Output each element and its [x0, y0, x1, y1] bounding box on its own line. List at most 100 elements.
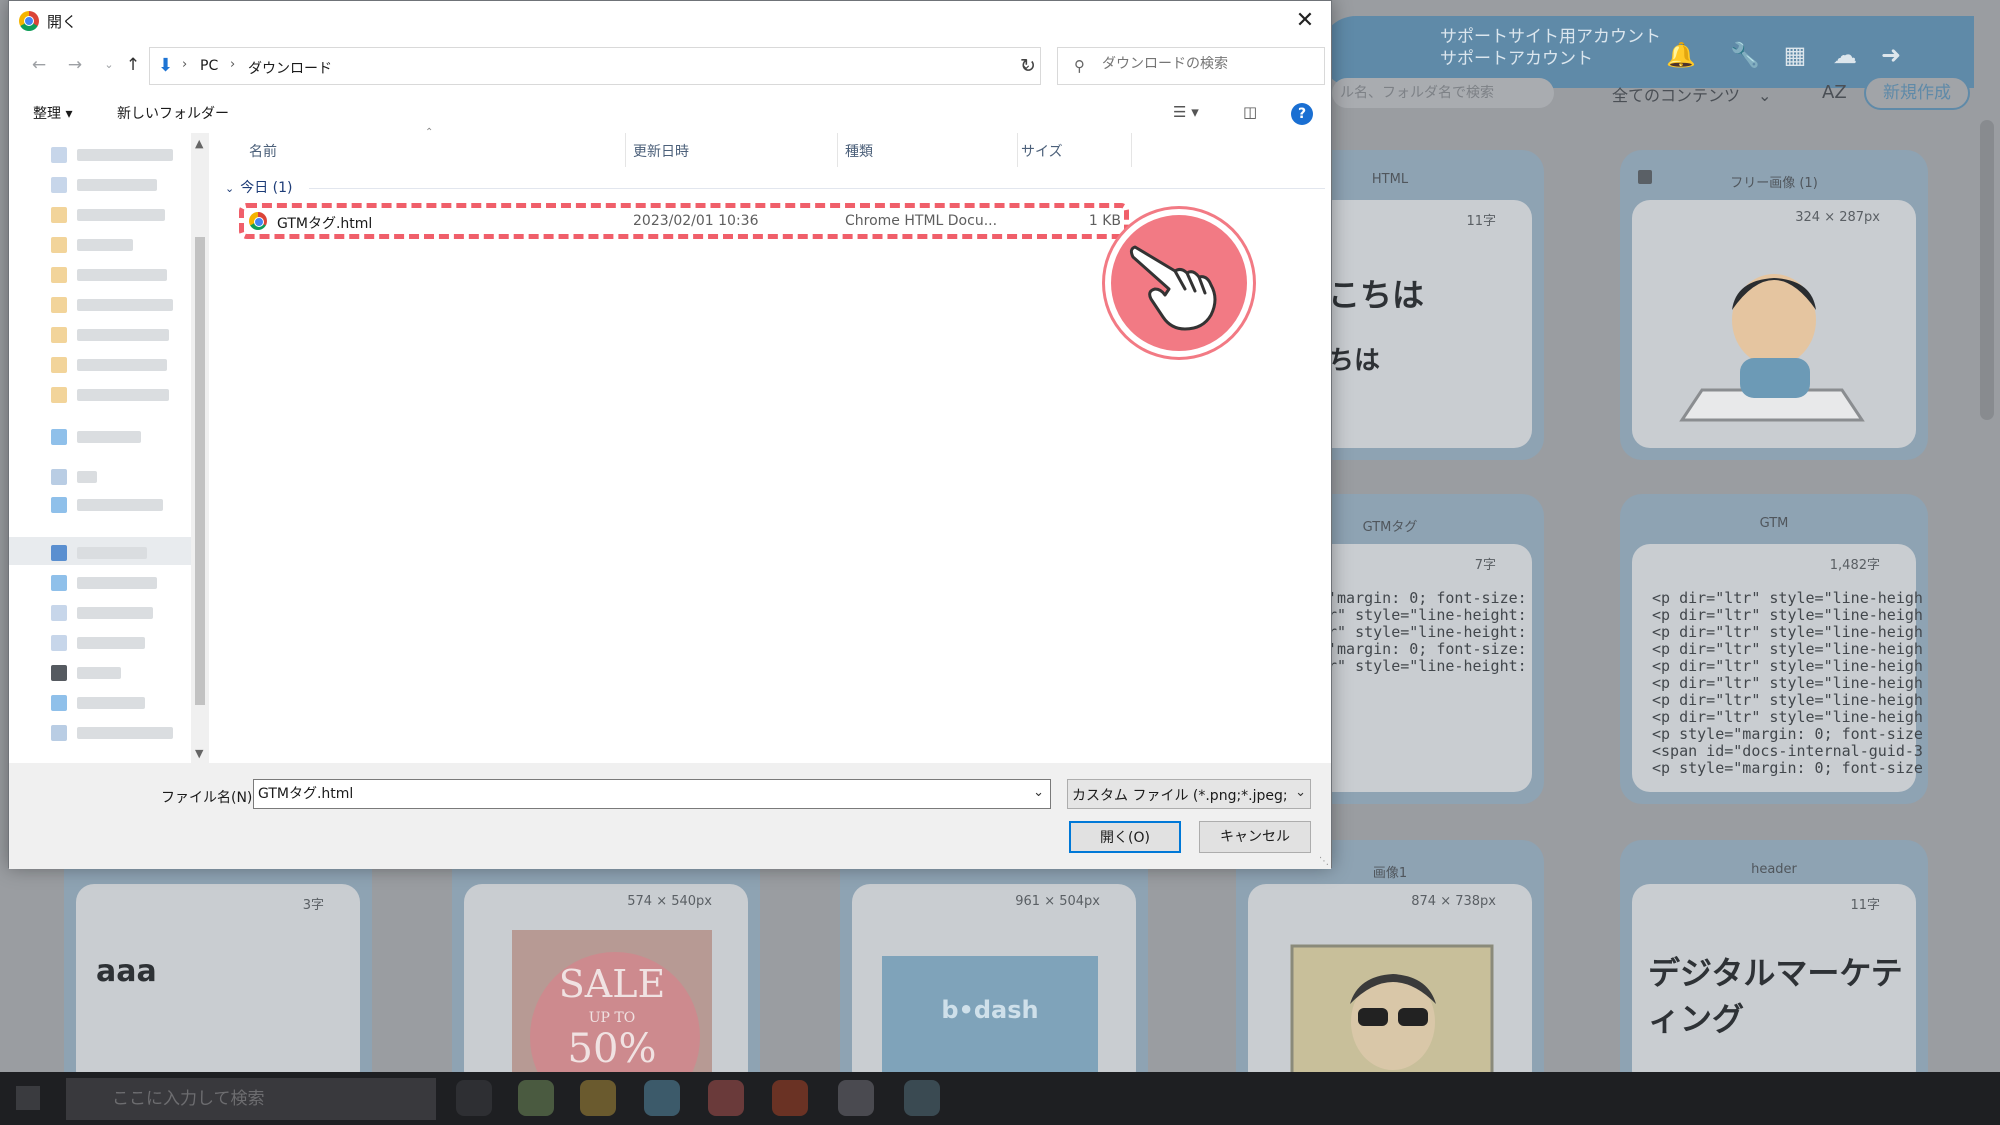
nav-item-label[interactable] [77, 209, 165, 221]
cancel-button[interactable]: キャンセル [1199, 821, 1311, 853]
address-bar[interactable]: ⬇ › PC › ダウンロード ⌄ [149, 47, 1041, 85]
dialog-titlebar[interactable]: 開く ✕ [9, 1, 1331, 41]
app-taskbar-icon[interactable] [904, 1080, 940, 1116]
navigation-bar: ← → ⌄ ↑ ⬇ › PC › ダウンロード ⌄ ↻ ⚲ [9, 45, 1331, 87]
nav-item-label[interactable] [77, 727, 173, 739]
nav-item-label[interactable] [77, 359, 167, 371]
open-button[interactable]: 開く(O) [1069, 821, 1181, 853]
taskbar: ここに入力して検索 [0, 1072, 2000, 1125]
content-card[interactable]: 961 × 504px b•dash [840, 840, 1148, 1072]
up-icon[interactable]: ↑ [121, 53, 145, 77]
nav-item-label[interactable] [77, 667, 121, 679]
nav-item-label[interactable] [77, 577, 157, 589]
bdash-logo-text: b•dash [941, 996, 1039, 1024]
column-type[interactable]: 種類 [845, 141, 873, 161]
card-tag: GTM [1759, 516, 1789, 531]
bell-icon[interactable]: 🔔 [1666, 40, 1696, 70]
nav-item-label[interactable] [77, 547, 147, 559]
forward-icon[interactable]: → [63, 53, 87, 77]
nav-item-label[interactable] [77, 179, 157, 191]
cloud-icon[interactable]: ☁ [1830, 40, 1860, 70]
group-header-today[interactable]: ⌄ 今日 (1) [225, 177, 293, 197]
filename-field[interactable]: ⌄ [253, 779, 1051, 809]
column-name[interactable]: 名前 [249, 141, 277, 161]
column-divider[interactable] [837, 133, 838, 167]
new-folder-button[interactable]: 新しいフォルダー [117, 103, 229, 123]
nav-item-label[interactable] [77, 299, 173, 311]
organize-menu[interactable]: 整理 ▾ [33, 103, 72, 123]
search-icon: ⚲ [1074, 57, 1085, 75]
card-body: 3字 aaa [76, 884, 360, 1072]
column-modified[interactable]: 更新日時 [633, 141, 689, 161]
nav-item-label[interactable] [77, 499, 163, 511]
task-view-icon[interactable] [456, 1080, 492, 1116]
nav-item-icon [51, 575, 67, 591]
logout-icon[interactable]: ➜ [1876, 40, 1906, 70]
nav-item-label[interactable] [77, 607, 153, 619]
nav-item-label[interactable] [77, 637, 145, 649]
column-divider[interactable] [1017, 133, 1018, 167]
sort-button[interactable]: AZ [1822, 82, 1847, 103]
nav-item-label[interactable] [77, 389, 169, 401]
card-code: <p dir="ltr" style="line-height: 1 <p di… [1652, 590, 1922, 777]
nav-item-label[interactable] [77, 431, 141, 443]
column-size[interactable]: サイズ [1021, 141, 1063, 161]
scroll-down-icon[interactable]: ▼ [195, 747, 203, 760]
breadcrumb-pc[interactable]: PC [200, 58, 218, 74]
page-scrollbar[interactable] [1980, 120, 1994, 420]
column-divider[interactable] [625, 133, 626, 167]
content-card[interactable]: フリー画像 (1) 324 × 287px [1620, 150, 1928, 460]
help-icon[interactable]: ? [1291, 103, 1313, 125]
chevron-down-icon: ⌄ [1295, 785, 1306, 800]
taskbar-search[interactable]: ここに入力して検索 [66, 1078, 436, 1120]
nav-item-icon [51, 605, 67, 621]
card-tag: header [1751, 862, 1797, 877]
breadcrumb-downloads[interactable]: ダウンロード [248, 58, 332, 78]
back-icon[interactable]: ← [27, 53, 51, 77]
nav-item-icon [51, 327, 67, 343]
explorer-taskbar-icon[interactable] [580, 1080, 616, 1116]
resize-grip-icon[interactable]: ⋱ [1319, 856, 1329, 867]
content-search[interactable]: ル名、フォルダ名で検索 [1332, 78, 1554, 108]
nav-item-icon [51, 429, 67, 445]
app-taskbar-icon[interactable] [644, 1080, 680, 1116]
wrench-icon[interactable]: 🔧 [1730, 40, 1760, 70]
content-card[interactable]: 574 × 540px SALE UP TO 50% [452, 840, 760, 1072]
nav-item-label[interactable] [77, 697, 145, 709]
nav-item-label[interactable] [77, 239, 133, 251]
powerpoint-taskbar-icon[interactable] [772, 1080, 808, 1116]
filename-input[interactable] [258, 785, 1018, 801]
scroll-up-icon[interactable]: ▲ [195, 137, 203, 150]
grid-icon[interactable]: ▦ [1780, 40, 1810, 70]
chrome-taskbar-icon[interactable] [518, 1080, 554, 1116]
windows-start-icon[interactable] [16, 1086, 40, 1110]
preview-pane-icon[interactable]: ◫ [1243, 103, 1257, 121]
navigation-pane[interactable]: ▲ ▼ [9, 133, 209, 763]
chevron-down-icon[interactable]: ⌄ [1033, 785, 1044, 800]
content-card[interactable]: 画像1 874 × 738px [1236, 840, 1544, 1072]
chrome-taskbar-icon[interactable] [838, 1080, 874, 1116]
nav-scrollbar-thumb[interactable] [195, 237, 205, 705]
content-card[interactable]: 3字 aaa [64, 840, 372, 1072]
column-divider[interactable] [1131, 133, 1132, 167]
recent-chevron-icon[interactable]: ⌄ [97, 53, 121, 77]
refresh-icon[interactable]: ↻ [1011, 47, 1045, 85]
content-card[interactable]: GTM 1,482字 <p dir="ltr" style="line-heig… [1620, 494, 1928, 804]
content-filter[interactable]: 全てのコンテンツ ⌄ [1612, 82, 1771, 106]
close-icon[interactable]: ✕ [1287, 5, 1323, 37]
thinking-man-illustration [1679, 274, 1865, 422]
app-taskbar-icon[interactable] [708, 1080, 744, 1116]
card-code: 'margin: 0; font-size: 18 r" style="line… [1328, 590, 1527, 675]
content-card[interactable]: header 11字 デジタルマーケテ ィング [1620, 840, 1928, 1072]
folder-search-input[interactable] [1102, 56, 1312, 72]
nav-item-label[interactable] [77, 329, 169, 341]
nav-item-icon [51, 725, 67, 741]
nav-item-label[interactable] [77, 471, 97, 483]
nav-item-label[interactable] [77, 149, 173, 161]
card-body: 324 × 287px [1632, 200, 1916, 448]
view-options-icon[interactable]: ☰ ▾ [1173, 103, 1199, 121]
folder-search[interactable]: ⚲ [1057, 47, 1325, 85]
filetype-select[interactable]: カスタム ファイル (*.png;*.jpeg;*.jpg ⌄ [1067, 779, 1311, 809]
nav-item-label[interactable] [77, 269, 167, 281]
new-content-button[interactable]: 新規作成 [1864, 76, 1970, 110]
